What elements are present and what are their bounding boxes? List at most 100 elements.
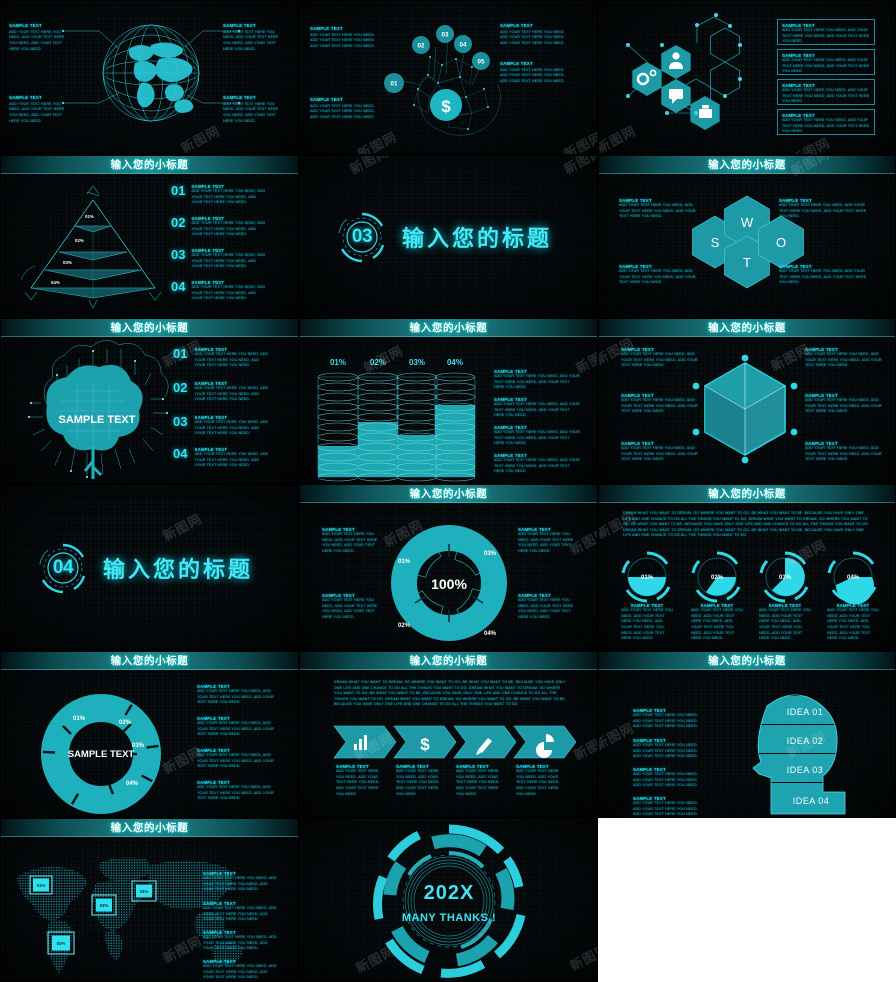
list-item: 04 SAMPLE TEXT ADD YOUR TEXT HERE YOU NE… bbox=[173, 446, 269, 468]
slide-donut-sample[interactable]: 输入您的小标题 SAMPLE TEXT 01% 02% 03% 04% SAMP… bbox=[0, 651, 299, 818]
text-block: SAMPLE TEXT ADD YOUR TEXT HERE YOU NEED,… bbox=[197, 748, 274, 769]
text-block: SAMPLE TEXT ADD YOUR TEXT HERE YOU NEED,… bbox=[197, 684, 274, 705]
text-block: SAMPLE TEXT ADD YOUR TEXT HERE YOU NEED,… bbox=[203, 930, 277, 951]
gauge-label-2: 03% bbox=[779, 575, 792, 581]
text-block: SAMPLE TEXT ADD YOUR TEXT HERE YOU NEED,… bbox=[223, 95, 279, 123]
text-block: SAMPLE TEXT ADD YOUR TEXT HERE YOU NEED,… bbox=[197, 716, 274, 737]
idea-label-03: IDEA 03 bbox=[787, 765, 824, 775]
slide-thank-you[interactable]: 202X MANY THANKS ! 新图网 新图网 bbox=[299, 818, 598, 982]
text-block: SAMPLE TEXT ADD YOUR TEXT HERE YOU NEED,… bbox=[621, 603, 673, 641]
text-block: SAMPLE TEXT ADD YOUR TEXT HERE YOU NEED,… bbox=[516, 764, 560, 796]
text-block: SAMPLE TEXT ADD YOUR TEXT HERE YOU NEED,… bbox=[494, 369, 580, 390]
text-block: SAMPLE TEXT ADD YOUR TEXT HERE YOU NEED,… bbox=[396, 764, 440, 796]
slide-hand-network[interactable]: $ 01 02 03 04 05 SAMPLE TEXT ADD YOUR TE… bbox=[299, 0, 598, 155]
node-label-04: 04 bbox=[460, 42, 467, 49]
slide-cylinder-bar-chart[interactable]: 输入您的小标题 01% 02% 03% 04% SAMPLE TEXT ADD … bbox=[299, 318, 598, 484]
slide-pyramid[interactable]: 输入您的小标题 01% 02% 03% 04% 01 SAMPLE TEXT A… bbox=[0, 155, 299, 318]
text-block: SAMPLE TEXT ADD YOUR TEXT HERE YOU NEED,… bbox=[619, 198, 696, 219]
section-number: 03 bbox=[351, 225, 373, 247]
list-item: 02 SAMPLE TEXT ADD YOUR TEXT HERE YOU NE… bbox=[171, 215, 266, 237]
text-block: SAMPLE TEXT ADD YOUR TEXT HERE YOU NEED,… bbox=[633, 708, 698, 729]
svg-text:$: $ bbox=[441, 97, 451, 116]
text-block: SAMPLE TEXT ADD YOUR TEXT HERE YOU NEED,… bbox=[203, 871, 277, 892]
donut-chart: 100% 01% 03% 02% 04% bbox=[391, 525, 507, 641]
list-item: 01 SAMPLE TEXT ADD YOUR TEXT HERE YOU NE… bbox=[173, 346, 269, 368]
text-block: SAMPLE TEXT ADD YOUR TEXT HERE YOU NEED,… bbox=[827, 603, 879, 641]
text-block: SAMPLE TEXT ADD YOUR TEXT HERE YOU NEED,… bbox=[310, 97, 375, 119]
gauge-label-1: 02% bbox=[711, 575, 724, 581]
text-block: SAMPLE TEXT ADD YOUR TEXT HERE YOU NEED,… bbox=[336, 764, 380, 796]
slide-head-ideas[interactable]: 输入您的小标题 IDEA 01 IDEA 02 IDEA 03 IDEA 04 … bbox=[598, 651, 896, 818]
slide-gauge-pies[interactable]: 输入您的小标题 DREAM WHAT YOU WANT TO DREAM; GO… bbox=[598, 484, 896, 651]
slide-brain-circuit[interactable]: 输入您的小标题 SAMPLE TEXT 01 SAMPLE TEXT ADD Y… bbox=[0, 318, 299, 484]
slide-globe[interactable]: SAMPLE TEXT ADD YOUR TEXT HERE YOU NEED,… bbox=[0, 0, 299, 155]
idea-label-01: IDEA 01 bbox=[787, 707, 824, 717]
slide-header: 输入您的小标题 bbox=[300, 319, 597, 337]
section-title: 输入您的标题 bbox=[402, 225, 553, 251]
slide-header-title: 输入您的小标题 bbox=[110, 655, 189, 667]
slide-header-title: 输入您的小标题 bbox=[110, 822, 189, 834]
text-block: SAMPLE TEXT ADD YOUR TEXT HERE YOU NEED,… bbox=[203, 901, 277, 922]
map-marker-01: 01% bbox=[37, 883, 46, 888]
idea-label-04: IDEA 04 bbox=[793, 796, 830, 806]
slide-swot[interactable]: 输入您的小标题 S W O T SAMPLE TEXT ADD YOUR TEX… bbox=[598, 155, 896, 318]
slide-header-title: 输入您的小标题 bbox=[409, 488, 488, 500]
text-block: SAMPLE TEXT ADD YOUR TEXT HERE YOU NEED,… bbox=[500, 61, 565, 83]
slide-arrow-process[interactable]: 输入您的小标题 DREAM WHAT YOU WANT TO DREAM; GO… bbox=[299, 651, 598, 818]
text-block: SAMPLE TEXT ADD YOUR TEXT HERE YOU NEED,… bbox=[322, 527, 378, 554]
text-block: SAMPLE TEXT ADD YOUR TEXT HERE YOU NEED,… bbox=[621, 393, 698, 414]
text-block: SAMPLE TEXT ADD YOUR TEXT HERE YOU NEED,… bbox=[633, 738, 698, 759]
donut2-label-03: 03% bbox=[132, 743, 145, 749]
gauge-label-0: 01% bbox=[641, 575, 654, 581]
slide-world-map[interactable]: 输入您的小标题 01% 02% 03% 04% SAMPLE TEXT ADD … bbox=[0, 818, 299, 982]
section-ring: 04 bbox=[37, 542, 89, 594]
node-label-01: 01 bbox=[391, 81, 398, 88]
text-block: SAMPLE TEXT ADD YOUR TEXT HERE YOU NEED,… bbox=[494, 425, 580, 446]
map-marker-02: 02% bbox=[57, 941, 66, 946]
map-marker-03: 03% bbox=[100, 903, 109, 908]
map-marker-04: 04% bbox=[140, 889, 149, 894]
section-title: 输入您的标题 bbox=[103, 556, 254, 582]
text-frame: SAMPLE TEXT ADD YOUR TEXT HERE YOU NEED,… bbox=[777, 79, 875, 105]
hex-text-list: SAMPLE TEXT ADD YOUR TEXT HERE YOU NEED,… bbox=[777, 19, 875, 135]
slide-cube[interactable]: 输入您的小标题 SAMPLE TEXT ADD YOUR TEXT HERE Y… bbox=[598, 318, 896, 484]
slide-section-divider-04[interactable]: 04 输入您的标题 新图网 bbox=[0, 484, 299, 651]
slide-header: 输入您的小标题 bbox=[599, 485, 895, 503]
slide-hexagon-icons[interactable]: SAMPLE TEXT ADD YOUR TEXT HERE YOU NEED,… bbox=[598, 0, 896, 155]
pyramid-level-04: 04% bbox=[51, 280, 60, 285]
gauge-label-3: 04% bbox=[847, 575, 860, 581]
slide-header: 输入您的小标题 bbox=[300, 652, 597, 670]
bar-label-1: 02% bbox=[370, 358, 386, 367]
text-frame: SAMPLE TEXT ADD YOUR TEXT HERE YOU NEED,… bbox=[777, 19, 875, 45]
slide-header-title: 输入您的小标题 bbox=[110, 322, 189, 334]
text-block: SAMPLE TEXT ADD YOUR TEXT HERE YOU NEED,… bbox=[494, 397, 580, 418]
donut2-label-01: 01% bbox=[73, 716, 86, 722]
svg-text:$: $ bbox=[420, 735, 430, 754]
donut2-label-04: 04% bbox=[126, 781, 139, 787]
idea-label-02: IDEA 02 bbox=[787, 736, 824, 746]
text-block: SAMPLE TEXT ADD YOUR TEXT HERE YOU NEED,… bbox=[621, 347, 698, 368]
text-frame: SAMPLE TEXT ADD YOUR TEXT HERE YOU NEED,… bbox=[777, 109, 875, 135]
swot-letter-w: W bbox=[741, 215, 754, 230]
list-item: 01 SAMPLE TEXT ADD YOUR TEXT HERE YOU NE… bbox=[171, 183, 266, 205]
slide-header: 输入您的小标题 bbox=[599, 156, 895, 174]
donut-center-label: 100% bbox=[431, 576, 467, 592]
section-number: 04 bbox=[52, 556, 74, 578]
text-block: SAMPLE TEXT ADD YOUR TEXT HERE YOU NEED,… bbox=[779, 264, 867, 285]
text-block: SAMPLE TEXT ADD YOUR TEXT HERE YOU NEED,… bbox=[779, 198, 867, 219]
text-block: SAMPLE TEXT ADD YOUR TEXT HERE YOU NEED,… bbox=[633, 767, 698, 788]
donut-label-01: 01% bbox=[398, 559, 411, 565]
section-ring: 03 bbox=[336, 211, 388, 263]
text-block: SAMPLE TEXT ADD YOUR TEXT HERE YOU NEED,… bbox=[805, 347, 882, 368]
slide-header-title: 输入您的小标题 bbox=[409, 322, 488, 334]
list-item: 03 SAMPLE TEXT ADD YOUR TEXT HERE YOU NE… bbox=[173, 414, 269, 436]
thanks-year: 202X bbox=[424, 882, 475, 904]
slide-section-divider-03[interactable]: 03 输入您的标题 新图网 新图网 bbox=[299, 155, 598, 318]
slide-donut-100[interactable]: 输入您的小标题 100% 01% 03% 02% 04% SAMPLE TEXT… bbox=[299, 484, 598, 651]
donut-label-03: 03% bbox=[484, 551, 497, 557]
donut-label-04: 04% bbox=[484, 631, 497, 637]
slide-header-title: 输入您的小标题 bbox=[708, 488, 786, 500]
swot-letter-s: S bbox=[711, 235, 720, 250]
pyramid-level-03: 03% bbox=[63, 260, 72, 265]
node-label-05: 05 bbox=[478, 59, 485, 66]
